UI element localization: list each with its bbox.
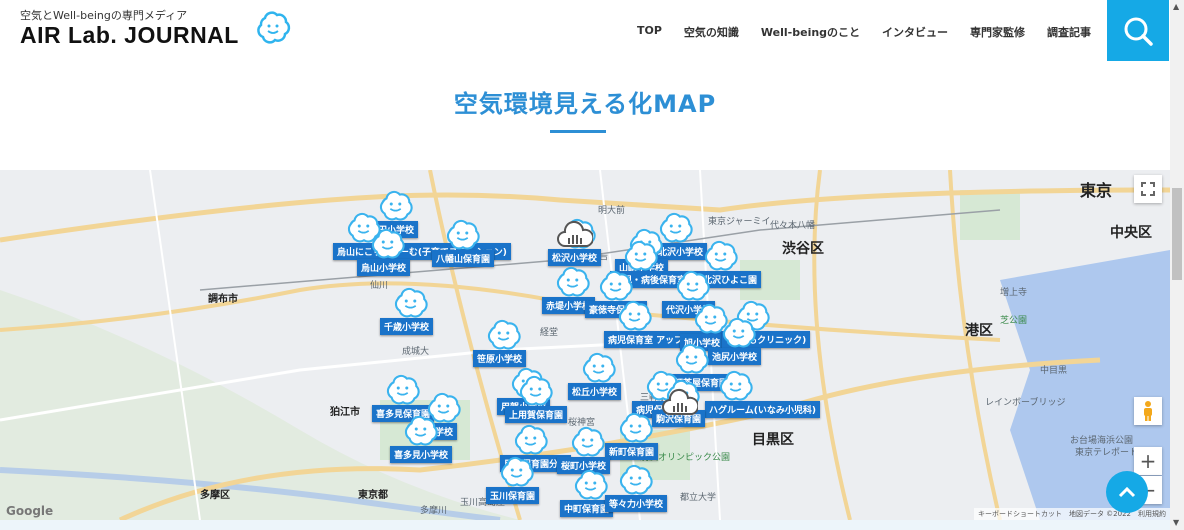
district-label: 渋谷区 <box>782 241 824 257</box>
cloud-face-icon <box>619 412 653 443</box>
main-nav: TOP 空気の知識 Well-beingのこと インタビュー 専門家監修 調査記… <box>637 24 1113 40</box>
pegman-icon <box>1144 401 1152 421</box>
air-sensor-icon[interactable] <box>557 220 593 250</box>
cloud-face-icon <box>500 456 534 487</box>
site-tagline: 空気とWell-beingの専門メディア <box>20 9 188 22</box>
district-label: 中央区 <box>1110 225 1152 241</box>
cloud-face-icon <box>404 415 438 446</box>
marker-label[interactable]: ハグルーム(いなみ小児科) <box>705 401 820 418</box>
zoom-in-button[interactable]: + <box>1134 447 1162 475</box>
cloud-face-icon <box>556 266 590 297</box>
page-scrollbar[interactable]: ▲ ▼ <box>1170 0 1184 530</box>
place-label: 多摩川 <box>420 506 448 516</box>
cloud-face-icon <box>619 464 653 495</box>
back-to-top-button[interactable] <box>1106 471 1148 513</box>
district-label: 港区 <box>965 323 993 339</box>
nav-well-being[interactable]: Well-beingのこと <box>761 24 860 40</box>
cloud-face-icon <box>571 426 605 457</box>
search-icon <box>1124 17 1153 46</box>
cloud-face-icon <box>676 270 710 301</box>
air-quality-map[interactable]: 東京 中央区 渋谷区 港区 目黒区 調布市 狛江市 多摩区 東京都 明大前 下高… <box>0 170 1170 520</box>
chevron-up-icon <box>1118 486 1136 498</box>
place-label: お台場海浜公園 <box>1070 436 1134 446</box>
fullscreen-icon <box>1141 182 1155 196</box>
place-label: 明大前 <box>598 206 626 216</box>
marker-label[interactable]: 松丘小学校 <box>568 383 622 400</box>
marker-label[interactable]: 喜多見小学校 <box>390 446 453 463</box>
place-label: 都立大学 <box>680 493 717 503</box>
place-label: 代々木八幡 <box>770 221 816 231</box>
district-label: 狛江市 <box>330 407 360 418</box>
nav-interview[interactable]: インタビュー <box>882 24 948 40</box>
district-label: 東京 <box>1080 181 1113 200</box>
cloud-face-icon <box>514 424 548 455</box>
marker-label[interactable]: 新町保育園 <box>605 443 659 460</box>
marker-label[interactable]: 等々力小学校 <box>605 495 668 512</box>
district-label: 多摩区 <box>200 490 230 501</box>
cloud-face-icon <box>371 228 405 259</box>
scroll-up-arrow[interactable]: ▲ <box>1173 2 1179 11</box>
cloud-face-icon <box>446 219 480 250</box>
fullscreen-button[interactable] <box>1134 175 1162 203</box>
place-label: 経堂 <box>540 328 559 338</box>
site-logo[interactable]: AIR Lab. JOURNAL <box>20 22 239 49</box>
map-attribution[interactable]: キーボードショートカット 地図データ ©2022 利用規約 <box>973 508 1170 520</box>
district-label: 調布市 <box>208 294 238 305</box>
marker-label[interactable]: 烏山小学校 <box>357 259 411 276</box>
place-label: 東京ジャーミイ <box>708 217 771 227</box>
cloud-face-icon <box>582 352 616 383</box>
scrollbar-thumb[interactable] <box>1172 188 1182 280</box>
page-title: 空気環境見える化MAP <box>453 90 717 118</box>
district-label: 東京都 <box>358 490 388 501</box>
google-logo: Google <box>6 504 54 518</box>
place-label: レインボーブリッジ <box>985 398 1066 408</box>
scroll-down-arrow[interactable]: ▼ <box>1173 518 1179 527</box>
cloud-face-icon <box>386 374 420 405</box>
cloud-mascot-icon <box>257 11 291 44</box>
cloud-face-icon <box>722 317 756 348</box>
cloud-face-icon <box>487 319 521 350</box>
place-label: 増上寺 <box>1000 288 1028 298</box>
marker-label[interactable]: 千歳小学校 <box>380 318 434 335</box>
marker-label[interactable]: 八幡山保育園 <box>432 250 495 267</box>
search-button[interactable] <box>1107 0 1169 61</box>
place-label: 東京テレポート <box>1075 448 1139 458</box>
marker-label[interactable]: 玉川保育園 <box>486 487 540 504</box>
place-label: 芝公園 <box>1000 316 1028 326</box>
nav-research[interactable]: 調査記事 <box>1047 24 1091 40</box>
cloud-face-icon <box>618 300 652 331</box>
air-sensor-icon[interactable] <box>662 388 698 418</box>
place-label: 成城大 <box>402 347 430 357</box>
district-label: 目黒区 <box>752 432 794 448</box>
page-bottom <box>0 520 1170 530</box>
cloud-face-icon <box>394 287 428 318</box>
nav-expert[interactable]: 専門家監修 <box>970 24 1025 40</box>
cloud-face-icon <box>519 375 553 406</box>
site-header: 空気とWell-beingの専門メディア AIR Lab. JOURNAL TO… <box>0 0 1170 62</box>
place-label: 中目黒 <box>1040 366 1068 376</box>
place-label: 仙川 <box>370 281 389 291</box>
nav-air-knowledge[interactable]: 空気の知識 <box>684 24 739 40</box>
nav-top[interactable]: TOP <box>637 24 662 40</box>
marker-label[interactable]: 池尻小学校 <box>708 348 762 365</box>
title-underline <box>550 130 606 133</box>
street-view-pegman[interactable] <box>1134 397 1162 425</box>
cloud-face-icon <box>719 370 753 401</box>
